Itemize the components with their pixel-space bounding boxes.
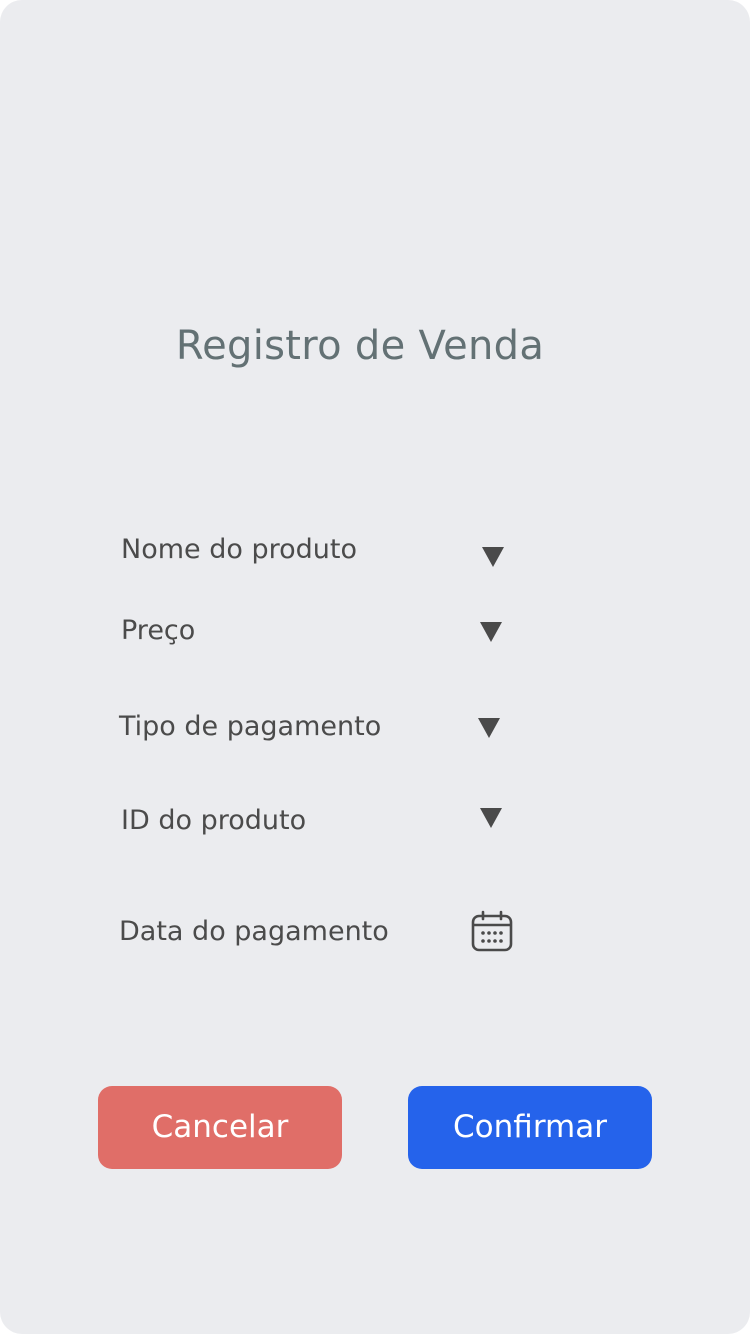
cancel-button[interactable]: Cancelar: [98, 1086, 342, 1169]
product-id-label: ID do produto: [121, 805, 307, 836]
chevron-down-icon[interactable]: [482, 547, 504, 567]
chevron-down-icon[interactable]: [478, 718, 500, 738]
payment-type-label: Tipo de pagamento: [119, 711, 382, 742]
sale-registration-screen: Registro de Venda Nome do produto Preço …: [0, 0, 750, 1334]
product-name-label: Nome do produto: [121, 534, 357, 565]
confirm-button[interactable]: Confirmar: [408, 1086, 652, 1169]
chevron-down-icon[interactable]: [480, 808, 502, 828]
calendar-icon[interactable]: [470, 910, 514, 954]
chevron-down-icon[interactable]: [480, 622, 502, 642]
payment-date-label: Data do pagamento: [119, 916, 389, 947]
price-label: Preço: [121, 615, 196, 646]
page-title: Registro de Venda: [175, 323, 545, 369]
